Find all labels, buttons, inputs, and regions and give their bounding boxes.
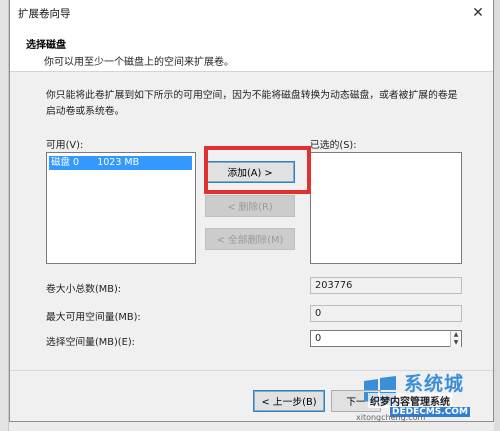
background-window-edge (0, 0, 9, 431)
extend-volume-wizard-dialog: 扩展卷向导 ✕ 选择磁盘 你可以用至少一个磁盘上的空间来扩展卷。 你只能将此卷扩… (9, 0, 494, 422)
disk-name: 磁盘 0 (51, 157, 80, 168)
stepper-up-icon[interactable]: ▲ (450, 331, 461, 339)
selected-disks-list[interactable] (310, 152, 462, 264)
list-item-disk-0[interactable]: 磁盘 0 1023 MB (49, 156, 192, 170)
selected-label: 已选的(S): (310, 140, 357, 151)
max-space-field: 0 (310, 305, 462, 322)
remove-all-button[interactable]: < 全部删除(M) (205, 228, 295, 250)
select-space-label: 选择空间量(MB)(E): (46, 337, 135, 348)
disk-size: 1023 MB (97, 157, 140, 168)
highlight-annotation (204, 146, 311, 194)
description-text: 你只能将此卷扩展到如下所示的可用空间，因为不能将磁盘转换为动态磁盘，或者被扩展的… (46, 90, 458, 117)
page-title: 选择磁盘 (26, 40, 66, 51)
watermark-brand: 系统城 (404, 373, 465, 395)
watermark-site-name: 织梦内容管理系统 (368, 393, 452, 408)
watermark-url: xitongcheng.com (356, 413, 426, 422)
select-space-stepper[interactable]: 0 (310, 330, 462, 347)
background-window-edge-right (494, 0, 500, 431)
stepper-down-icon[interactable]: ▼ (450, 339, 461, 347)
title-bar: 扩展卷向导 ✕ (10, 0, 493, 26)
wizard-header: 选择磁盘 你可以用至少一个磁盘上的空间来扩展卷。 (10, 26, 493, 72)
total-size-field: 203776 (310, 277, 462, 294)
max-space-label: 最大可用空间量(MB): (46, 312, 141, 323)
available-disks-list[interactable]: 磁盘 0 1023 MB (46, 152, 196, 264)
close-button[interactable]: ✕ (463, 0, 493, 26)
total-size-label: 卷大小总数(MB): (46, 284, 122, 295)
remove-button[interactable]: < 删除(R) (205, 195, 295, 217)
page-subtitle: 你可以用至少一个磁盘上的空间来扩展卷。 (44, 57, 234, 68)
back-button[interactable]: < 上一步(B) (253, 390, 325, 412)
window-title: 扩展卷向导 (18, 8, 71, 20)
available-label: 可用(V): (46, 140, 84, 151)
